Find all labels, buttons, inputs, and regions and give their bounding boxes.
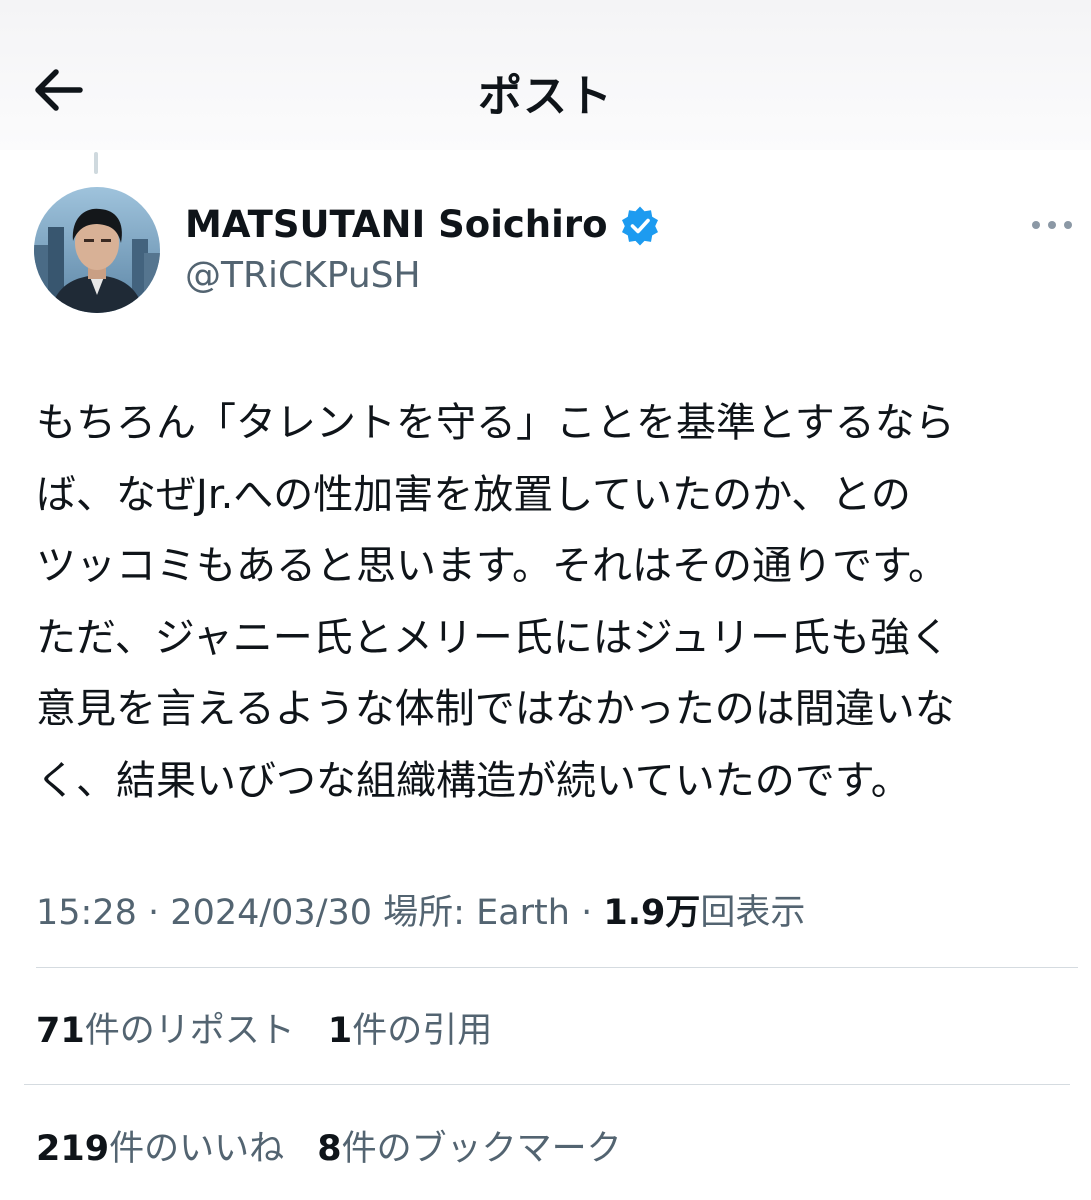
quotes-label: 件の引用 (352, 1011, 493, 1051)
avatar[interactable] (34, 187, 160, 313)
post-metadata: 15:28 · 2024/03/30 場所: Earth · 1.9万回表示 (36, 884, 805, 935)
engagement-stats-row: 219件のいいね 8件のブックマーク (36, 1120, 644, 1171)
meta-separator: · (581, 893, 593, 933)
post-text-line: ツッコミもあると思います。それはその通りです。 (36, 543, 948, 589)
views-label: 回表示 (700, 893, 806, 933)
thread-connector-line (94, 152, 98, 174)
post-time[interactable]: 15:28 (36, 893, 137, 933)
likes-label: 件のいいね (109, 1129, 285, 1169)
post-text-line: ば、なぜJr.への性加害を放置していたのか、との (36, 471, 911, 518)
more-options-button[interactable] (1028, 210, 1076, 240)
post-location: 場所: Earth (383, 893, 570, 933)
post-date[interactable]: 2024/03/30 (170, 893, 372, 933)
reposts-count: 71 (36, 1011, 85, 1051)
bookmarks-stat[interactable]: 8件のブックマーク (317, 1129, 621, 1169)
likes-count: 219 (36, 1129, 110, 1169)
author-handle[interactable]: @TRiCKPuSH (185, 255, 421, 296)
post-text-line: もちろん「タレントを守る」ことを基準とするなら (36, 400, 955, 446)
views-count: 1.9万 (603, 893, 701, 933)
engagement-stats-row: 71件のリポスト 1件の引用 (36, 1002, 514, 1053)
bookmarks-label: 件のブックマーク (341, 1129, 622, 1169)
quotes-count: 1 (327, 1011, 353, 1051)
post-text-line: く、結果いびつな組織構造が続いていたのです。 (36, 757, 911, 804)
page-title: ポスト (478, 71, 613, 122)
post-text-line: 意見を言えるような体制ではなかったのは間違いな (36, 686, 955, 732)
quotes-stat[interactable]: 1件の引用 (328, 1011, 492, 1051)
post-text: もちろん「タレントを守る」ことを基準とするなら ば、なぜJr.への性加害を放置し… (36, 388, 1086, 817)
reposts-label: 件のリポスト (84, 1011, 295, 1051)
verified-badge-icon (622, 206, 658, 246)
reposts-stat[interactable]: 71件のリポスト (36, 1011, 295, 1051)
divider (24, 1084, 1070, 1085)
author-name[interactable]: MATSUTANI Soichiro (185, 203, 608, 246)
top-bar: ポスト (0, 0, 1091, 150)
meta-separator: · (148, 893, 160, 933)
likes-stat[interactable]: 219件のいいね (36, 1129, 284, 1169)
post-text-line: ただ、ジャニー氏とメリー氏にはジュリー氏も強く (36, 614, 950, 661)
divider (36, 967, 1078, 968)
bookmarks-count: 8 (317, 1129, 342, 1169)
more-horizontal-icon (1032, 221, 1072, 229)
avatar-image (34, 187, 160, 313)
